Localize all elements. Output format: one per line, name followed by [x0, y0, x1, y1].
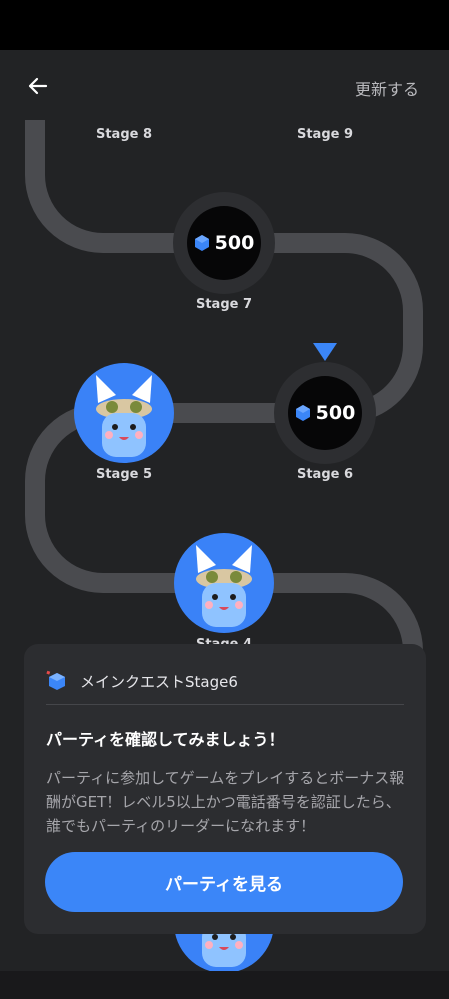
quest-header: メインクエストStage6: [46, 670, 238, 692]
stage-4-node[interactable]: [174, 533, 274, 633]
stage-6-node[interactable]: 500: [274, 362, 376, 464]
mascot-avatar: [96, 375, 152, 457]
quest-cube-icon: [46, 670, 65, 690]
stage-7-node[interactable]: 500: [173, 192, 275, 294]
stage-7-label: Stage 7: [195, 297, 253, 312]
navigation-bar: [0, 971, 449, 999]
stage-9-label: Stage 9: [296, 127, 354, 142]
refresh-button[interactable]: 更新する: [355, 76, 419, 100]
top-bar: 更新する: [0, 50, 449, 120]
gem-icon: [295, 405, 310, 421]
current-stage-pointer-icon: [313, 343, 337, 361]
reward-amount: 500: [214, 232, 255, 254]
quest-description: パーティに参加してゲームをプレイするとボーナス報酬がGET！レベル5以上かつ電話…: [46, 769, 405, 835]
quest-title: メインクエストStage6: [80, 672, 238, 691]
stage-6-label: Stage 6: [296, 467, 354, 482]
quest-heading: パーティを確認してみましょう！: [46, 730, 285, 749]
stage-5-label: Stage 5: [95, 467, 153, 482]
divider: [46, 704, 404, 705]
reward-amount: 500: [315, 402, 356, 424]
stage-8-label: Stage 8: [95, 127, 153, 142]
stage-5-node[interactable]: [74, 363, 174, 463]
view-party-button[interactable]: パーティを見る: [45, 852, 403, 912]
quest-sheet: メインクエストStage6 パーティを確認してみましょう！ パーティに参加してゲ…: [24, 644, 426, 934]
mascot-avatar: [196, 545, 252, 627]
back-arrow-icon[interactable]: [22, 70, 54, 102]
gem-icon: [194, 235, 209, 251]
